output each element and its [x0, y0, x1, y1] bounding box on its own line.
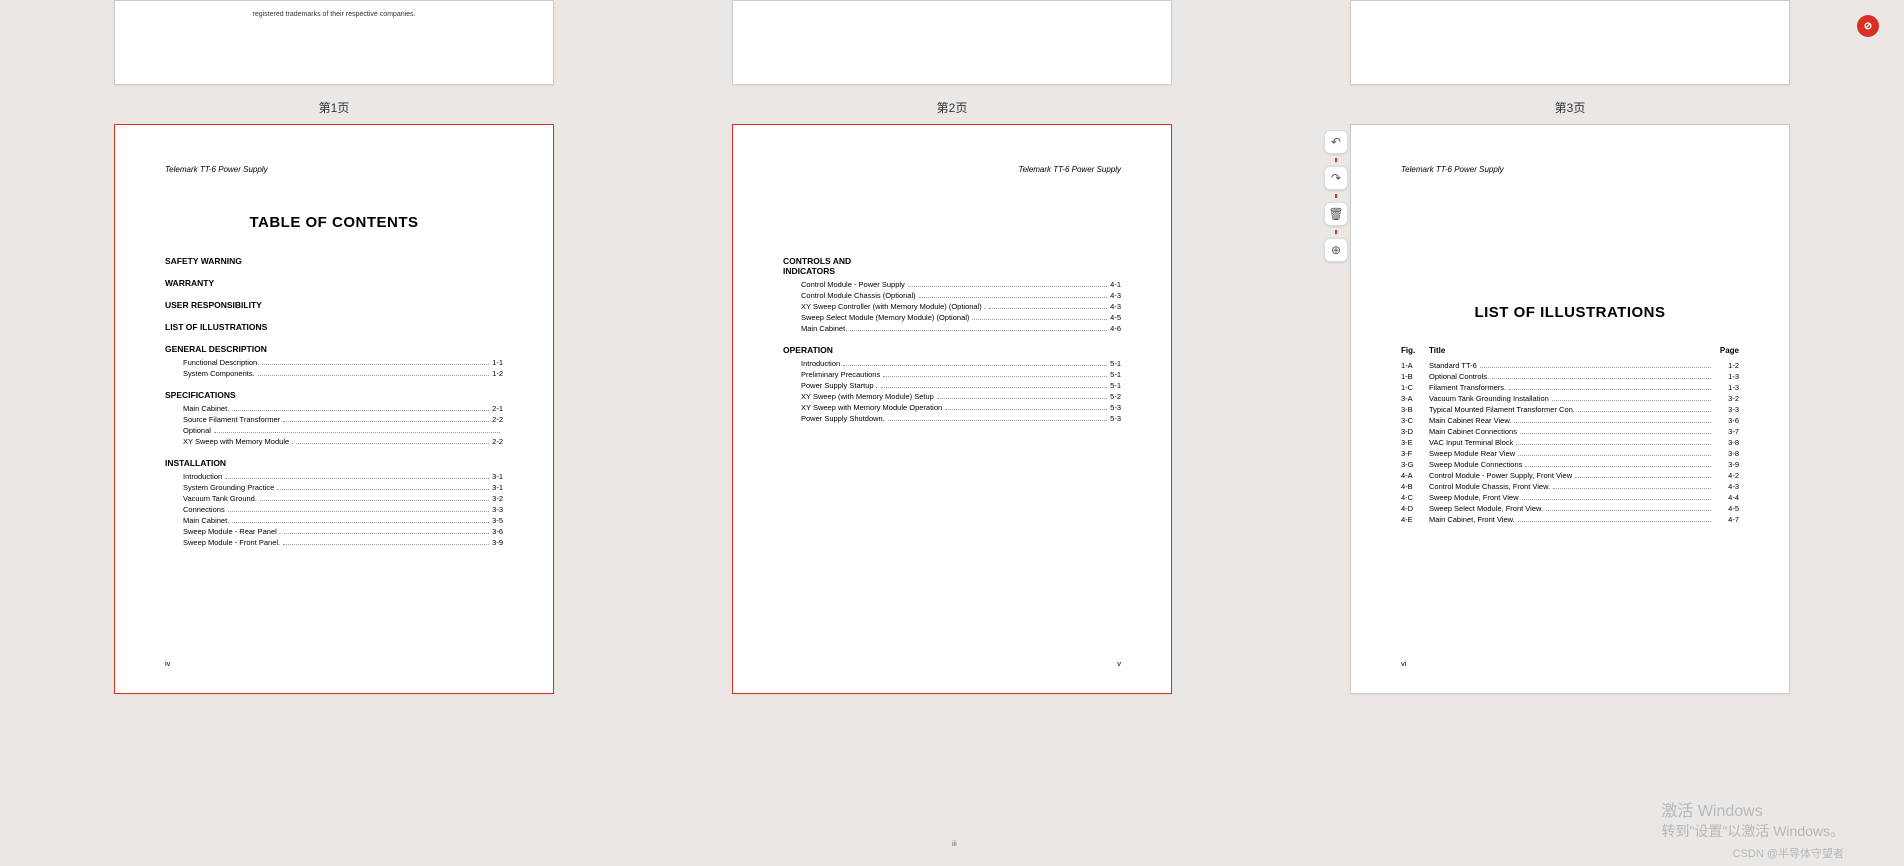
toc-item: XY Sweep Controller (with Memory Module)…: [783, 302, 1121, 311]
page-3-thumb[interactable]: iii: [1350, 0, 1790, 85]
toc-item: Main Cabinet.3-5: [165, 516, 503, 525]
toc-item: Control Module Chassis (Optional)4-3: [783, 291, 1121, 300]
toc-item: Introduction5-1: [783, 359, 1121, 368]
loi-row: 4-BControl Module Chassis, Front View.4-…: [1401, 482, 1739, 491]
loi-row: 4-EMain Cabinet, Front View.4-7: [1401, 515, 1739, 524]
toc-item: System Components.1-2: [165, 369, 503, 378]
toc-section: LIST OF ILLUSTRATIONS: [165, 322, 503, 332]
page-4-thumb[interactable]: Telemark TT-6 Power Supply TABLE OF CONT…: [114, 124, 554, 694]
toc-section: GENERAL DESCRIPTION: [165, 344, 503, 354]
toc-item: Sweep Module - Front Panel.3-9: [165, 538, 503, 547]
toc-item: Preliminary Precautions5-1: [783, 370, 1121, 379]
toc-section: CONTROLS AND INDICATORS: [783, 256, 903, 276]
page-grid: registered trademarks of their respectiv…: [0, 0, 1904, 694]
loi-row: 3-BTypical Mounted Filament Transformer …: [1401, 405, 1739, 414]
page3-mark: iii: [952, 841, 957, 848]
page-6-thumb[interactable]: Telemark TT-6 Power Supply LIST OF ILLUS…: [1350, 124, 1790, 694]
csdn-watermark: CSDN @半导体守望者: [1733, 845, 1844, 861]
toc-section: OPERATION: [783, 345, 903, 355]
rotate-ccw-icon[interactable]: ↶: [1324, 130, 1348, 154]
toc-item: Sweep Module - Rear Panel .3-6: [165, 527, 503, 536]
page-5-thumb[interactable]: Telemark TT-6 Power Supply CONTROLS AND …: [732, 124, 1172, 694]
windows-watermark: 激活 Windows 转到"设置"以激活 Windows。: [1661, 797, 1844, 841]
toc-section: SPECIFICATIONS: [165, 390, 503, 400]
page-number: v: [1117, 659, 1121, 668]
page-3-label: 第3页: [1555, 99, 1586, 116]
toc-item: System Grounding Practice3-1: [165, 483, 503, 492]
app-badge-icon[interactable]: ⊘: [1857, 15, 1879, 37]
loi-row: 3-CMain Cabinet Rear View.3-6: [1401, 416, 1739, 425]
page-number: iv: [165, 659, 170, 668]
rotate-cw-icon[interactable]: ↷: [1324, 166, 1348, 190]
loi-row: 3-FSweep Module Rear View3-8: [1401, 449, 1739, 458]
delete-icon[interactable]: 🗑: [1324, 202, 1348, 226]
page-1-thumb[interactable]: registered trademarks of their respectiv…: [114, 0, 554, 85]
doc-header: Telemark TT-6 Power Supply: [165, 165, 503, 174]
loi-row: 1-CFilament Transformers.1-3: [1401, 383, 1739, 392]
loi-row: 4-DSweep Select Module, Front View.4-5: [1401, 504, 1739, 513]
loi-row: 1-AStandard TT-61-2: [1401, 361, 1739, 370]
doc-header: Telemark TT-6 Power Supply: [1401, 165, 1739, 174]
toc-section: INSTALLATION: [165, 458, 503, 468]
toc-item: Main Cabinet.4-6: [783, 324, 1121, 333]
loi-row: 4-AControl Module - Power Supply, Front …: [1401, 471, 1739, 480]
toc-item: XY Sweep with Memory Module Operation5-3: [783, 403, 1121, 412]
toc-item: Functional Description.1-1: [165, 358, 503, 367]
loi-header-row: Fig. Title Page: [1401, 346, 1739, 355]
loi-row: 3-EVAC Input Terminal Block3-8: [1401, 438, 1739, 447]
loi-row: 3-AVacuum Tank Grounding Installation3-2: [1401, 394, 1739, 403]
loi-row: 4-CSweep Module, Front View4-4: [1401, 493, 1739, 502]
toc-section: SAFETY WARNING: [165, 256, 503, 266]
page-1-label: 第1页: [319, 99, 350, 116]
toc-item: Introduction3-1: [165, 472, 503, 481]
toc-item: Control Module - Power Supply4-1: [783, 280, 1121, 289]
toc-section: USER RESPONSIBILITY: [165, 300, 503, 310]
page-2-label: 第2页: [937, 99, 968, 116]
add-page-icon[interactable]: ⊕: [1324, 238, 1348, 262]
toc-title: TABLE OF CONTENTS: [165, 214, 503, 231]
toc-item: Power Supply Startup .5-1: [783, 381, 1121, 390]
loi-row: 3-GSweep Module Connections3-9: [1401, 460, 1739, 469]
page-2-thumb[interactable]: iii: [732, 0, 1172, 85]
toc-item: Power Supply Shutdown.5-3: [783, 414, 1121, 423]
doc-header: Telemark TT-6 Power Supply: [783, 165, 1121, 174]
toc-item: Main Cabinet.2-1: [165, 404, 503, 413]
loi-title: LIST OF ILLUSTRATIONS: [1401, 304, 1739, 321]
page-number: vi: [1401, 659, 1406, 668]
toc-item: Sweep Select Module (Memory Module) (Opt…: [783, 313, 1121, 322]
toc-item: Source Filament Transformer2-2: [165, 415, 503, 424]
page1-fragment: registered trademarks of their respectiv…: [115, 1, 553, 28]
toc-item: Connections3-3: [165, 505, 503, 514]
toc-item: XY Sweep with Memory Module .2-2: [165, 437, 503, 446]
loi-row: 1-BOptional Controls.1-3: [1401, 372, 1739, 381]
loi-row: 3-DMain Cabinet Connections3-7: [1401, 427, 1739, 436]
page-tools: ↶ ↷ 🗑 ⊕: [1324, 130, 1348, 262]
toc-section: WARRANTY: [165, 278, 503, 288]
toc-item: Vacuum Tank Ground.3-2: [165, 494, 503, 503]
toc-item: Optional: [165, 426, 503, 435]
toc-item: XY Sweep (with Memory Module) Setup5-2: [783, 392, 1121, 401]
